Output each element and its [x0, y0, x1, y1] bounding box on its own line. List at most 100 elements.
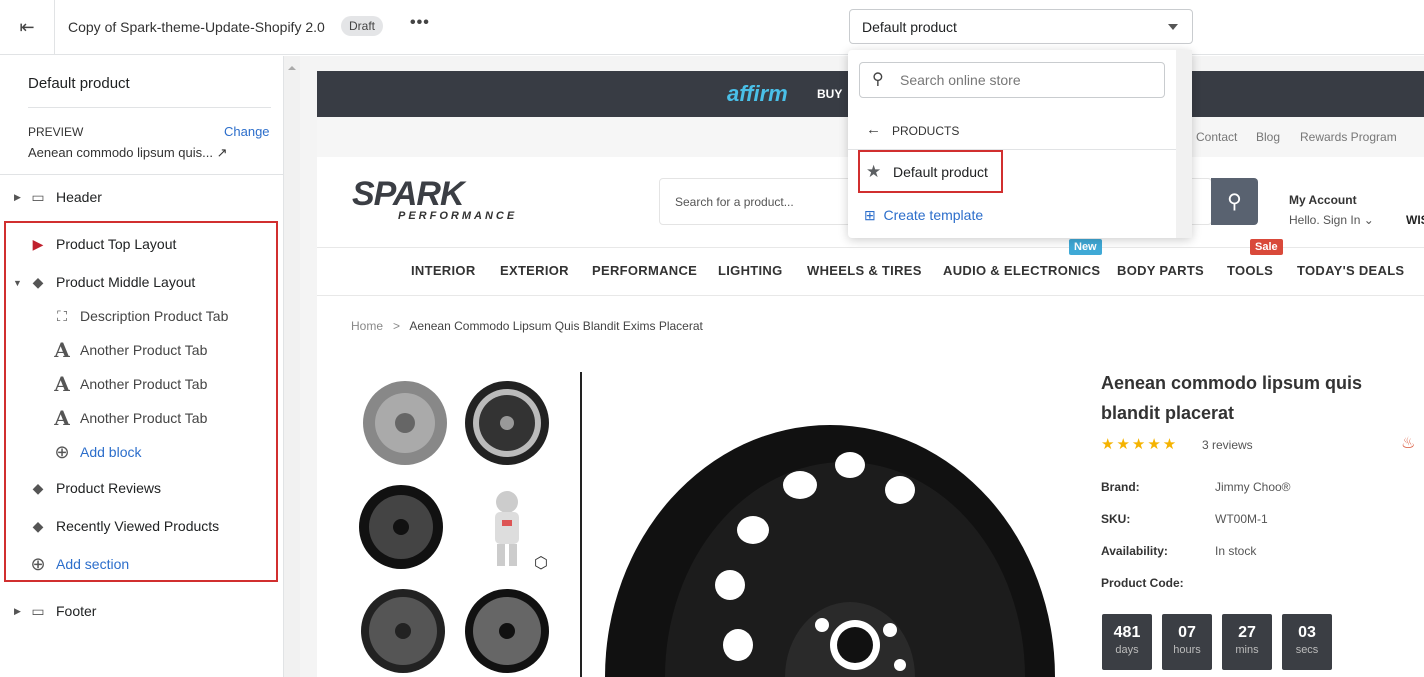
block-label: Description Product Tab — [80, 308, 229, 324]
template-select-value: Default product — [862, 19, 957, 35]
add-block-button[interactable]: ⊕ Add block — [52, 442, 141, 462]
nav-exterior[interactable]: EXTERIOR — [500, 263, 569, 278]
nav-interior[interactable]: INTERIOR — [411, 263, 476, 278]
nav-performance[interactable]: PERFORMANCE — [592, 263, 697, 278]
frame-icon: ⛶ — [57, 307, 67, 324]
back-arrow-icon[interactable]: ← — [866, 121, 881, 138]
section-label: Header — [56, 189, 102, 205]
block-another-tab[interactable]: A Another Product Tab — [52, 406, 207, 430]
footer-icon: ▭ — [31, 602, 45, 619]
my-account-label: My Account — [1289, 193, 1357, 207]
countdown-days: 481 days — [1102, 614, 1152, 670]
sidebar-scrollbar[interactable] — [284, 56, 300, 677]
thumbnail-mesh-wheel[interactable] — [356, 482, 446, 572]
nav-tools[interactable]: TOOLS — [1227, 263, 1273, 278]
spark-logo[interactable]: SPARK PERFORMANCE — [352, 177, 518, 222]
expand-icon[interactable]: ▶ — [14, 192, 21, 203]
sign-in-label: Hello. Sign In — [1289, 213, 1361, 227]
thumbnail-alloy-wheel[interactable] — [462, 378, 552, 468]
rewards-link[interactable]: Rewards Program — [1300, 130, 1397, 144]
sku-value: WT00M-1 — [1215, 512, 1268, 526]
contact-link[interactable]: Contact — [1196, 130, 1237, 144]
section-product-top-layout[interactable]: ▶ Product Top Layout — [28, 234, 177, 254]
breadcrumb-current: Aenean Commodo Lipsum Quis Blandit Exims… — [409, 319, 703, 333]
section-label: Product Middle Layout — [56, 274, 196, 290]
sign-in-link[interactable]: Hello. Sign In ⌄ — [1289, 213, 1374, 227]
template-select[interactable]: Default product — [849, 9, 1193, 44]
section-header[interactable]: ▭ Header — [28, 187, 102, 207]
divider — [580, 372, 582, 677]
exit-button[interactable]: ⇤ — [0, 0, 55, 55]
fire-icon: ♨ — [1401, 435, 1416, 452]
availability-value: In stock — [1215, 544, 1257, 558]
countdown-unit: days — [1115, 644, 1139, 656]
reviews-link[interactable]: 3 reviews — [1202, 438, 1253, 452]
block-another-tab[interactable]: A Another Product Tab — [52, 338, 207, 362]
main-product-image[interactable] — [600, 390, 1060, 677]
block-another-tab[interactable]: A Another Product Tab — [52, 372, 208, 396]
nav-audio-electronics[interactable]: AUDIO & ELECTRONICS — [943, 263, 1100, 278]
status-badge: Draft — [341, 16, 384, 36]
brand-value: Jimmy Choo® — [1215, 480, 1291, 494]
block-label: Another Product Tab — [80, 376, 208, 392]
collapse-icon[interactable]: ▼ — [13, 278, 22, 288]
divider — [0, 174, 284, 175]
nav-wheels-tires[interactable]: WHEELS & TIRES — [807, 263, 922, 278]
divider — [317, 295, 1424, 296]
logo-subtext: PERFORMANCE — [398, 210, 518, 222]
nav-todays-deals[interactable]: TODAY'S DEALS — [1297, 263, 1404, 278]
tag-icon: ◆ — [32, 517, 44, 534]
nav-lighting[interactable]: LIGHTING — [718, 263, 783, 278]
create-template-label: Create template — [883, 207, 984, 223]
preview-product[interactable]: Aenean commodo lipsum quis... ↗ — [28, 145, 228, 161]
brand-label: Brand: — [1101, 480, 1140, 494]
thumbnail-steel-wheel[interactable] — [360, 378, 450, 468]
thumbnail-multispoke-wheel[interactable] — [462, 586, 552, 676]
theme-title: Copy of Spark-theme-Update-Shopify 2.0 — [68, 19, 325, 35]
affirm-logo: affirm — [727, 81, 788, 106]
countdown-value: 07 — [1178, 624, 1196, 641]
store-search-button[interactable]: ⚲ — [1211, 178, 1258, 225]
wishlist-link[interactable]: WIS — [1406, 213, 1424, 227]
search-icon: ⚲ — [872, 71, 884, 88]
header-icon: ▭ — [31, 188, 45, 205]
section-recently-viewed[interactable]: ◆ Recently Viewed Products — [28, 516, 220, 536]
product-title: Aenean commodo lipsum quis blandit place… — [1101, 373, 1363, 423]
tag-icon: ◆ — [32, 273, 44, 290]
section-label: Footer — [56, 603, 97, 619]
search-icon: ⚲ — [1227, 191, 1242, 213]
external-link-icon: ↗ — [216, 145, 228, 160]
countdown-value: 03 — [1298, 624, 1316, 641]
countdown-unit: mins — [1235, 644, 1259, 656]
block-description-tab[interactable]: ⛶ Description Product Tab — [52, 306, 228, 326]
expand-icon[interactable]: ▶ — [14, 606, 21, 617]
countdown-unit: secs — [1295, 644, 1319, 656]
add-section-button[interactable]: ⊕ Add section — [28, 554, 129, 574]
default-product-option[interactable]: ★ Default product — [858, 150, 1003, 193]
popover-scrollbar[interactable] — [1176, 50, 1192, 238]
product-code-label: Product Code: — [1101, 576, 1184, 590]
online-store-search-input[interactable]: ⚲ Search online store — [859, 62, 1165, 98]
sku-label: SKU: — [1101, 512, 1131, 526]
countdown-mins: 27 mins — [1222, 614, 1272, 670]
change-preview-link[interactable]: Change — [224, 124, 270, 139]
plus-circle-icon: ⊕ — [30, 553, 46, 574]
option-label: Default product — [893, 164, 988, 180]
create-template-button[interactable]: ⊞ Create template — [864, 207, 983, 224]
more-actions-button[interactable]: ••• — [410, 14, 430, 32]
section-label: Product Top Layout — [56, 236, 177, 252]
thumbnail-spoke-wheel[interactable] — [358, 586, 448, 676]
breadcrumb-home[interactable]: Home — [351, 319, 383, 333]
section-footer[interactable]: ▭ Footer — [28, 601, 96, 621]
countdown-secs: 03 secs — [1282, 614, 1332, 670]
star-icon: ★ — [866, 162, 882, 181]
section-product-reviews[interactable]: ◆ Product Reviews — [28, 478, 161, 498]
nav-body-parts[interactable]: BODY PARTS — [1117, 263, 1204, 278]
section-product-middle-layout[interactable]: ◆ Product Middle Layout — [28, 272, 196, 292]
blog-link[interactable]: Blog — [1256, 130, 1280, 144]
text-icon: A — [54, 406, 70, 430]
breadcrumb-separator: > — [393, 319, 401, 333]
countdown-value: 481 — [1113, 624, 1141, 641]
preview-product-name: Aenean commodo lipsum quis... — [28, 145, 213, 160]
exit-icon: ⇤ — [19, 17, 35, 37]
